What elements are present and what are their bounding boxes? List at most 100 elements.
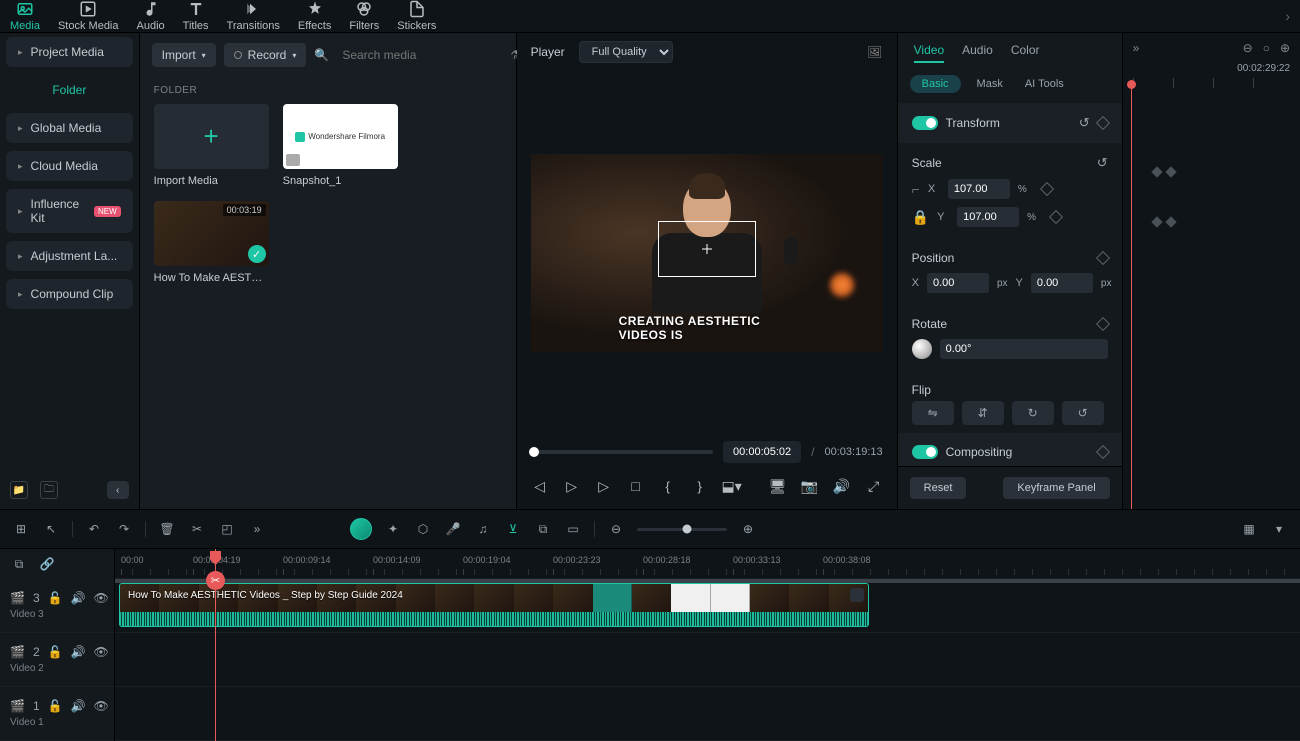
mute-icon[interactable]: 🔊 [71,699,86,713]
quality-select[interactable]: Full Quality [579,41,673,63]
lock-icon[interactable]: 🔓 [48,591,63,605]
transform-toggle[interactable] [912,116,938,130]
zoom-in-icon[interactable]: ⊕ [1280,41,1290,55]
search-input[interactable] [337,43,502,67]
timeline-track-v3[interactable]: How To Make AESTHETIC Videos _ Step by S… [115,579,1300,633]
undo-icon[interactable]: ↶ [85,520,103,538]
scale-y-input[interactable] [957,207,1019,227]
sidebar-global-media[interactable]: ▸Global Media [6,113,133,143]
camera-icon[interactable]: 📷 [801,477,819,495]
timeline-tracks-area[interactable]: 00:00 00:00:04:19 00:00:09:14 00:00:14:0… [115,549,1300,741]
subtab-mask[interactable]: Mask [971,75,1009,93]
mute-icon[interactable]: 🔊 [71,645,86,659]
eye-icon[interactable]: 👁 [94,591,109,605]
keyframe-marker[interactable] [1151,166,1162,177]
delete-icon[interactable]: 🗑 [158,520,176,538]
tl-magnet-icon[interactable]: ⊻ [504,520,522,538]
scrub-track[interactable] [531,450,713,454]
prop-tab-color[interactable]: Color [1011,43,1040,63]
sidebar-cloud-media[interactable]: ▸Cloud Media [6,151,133,181]
subtab-ai-tools[interactable]: AI Tools [1019,75,1070,93]
tl-music-icon[interactable]: ♫ [474,520,492,538]
sidebar-adjustment-layer[interactable]: ▸Adjustment La... [6,241,133,271]
scale-x-input[interactable] [948,179,1010,199]
clip-pin-icon[interactable] [850,588,864,602]
track-head-video3[interactable]: 🎬3🔓🔊👁 Video 3 [0,579,114,633]
zoom-knob[interactable] [682,525,691,534]
collapse-sidebar-button[interactable]: ‹ [107,481,129,499]
ai-avatar-icon[interactable] [350,518,372,540]
kf-ruler[interactable] [1133,78,1290,88]
display-icon[interactable]: 🖥 [769,477,787,495]
zoom-out-icon[interactable]: ⊖ [607,520,625,538]
sidebar-influence-kit[interactable]: ▸Influence KitNEW [6,189,133,233]
rotate-input[interactable] [940,339,1108,359]
zoom-fit-icon[interactable]: ○ [1263,41,1270,55]
scale-y-keyframe[interactable] [1049,210,1063,224]
more-tools-icon[interactable]: » [248,520,266,538]
stop-button[interactable]: □ [627,477,645,495]
track-head-video1[interactable]: 🎬1🔓🔊👁 Video 1 [0,687,114,741]
next-frame-button[interactable]: ▷ [563,477,581,495]
video-preview[interactable]: CREATING AESTHETIC VIDEOS IS [531,154,883,352]
flip-vertical-button[interactable]: ⇵ [962,401,1004,425]
folder-icon[interactable]: 🗀 [40,481,58,499]
rotate-keyframe[interactable] [1096,317,1110,331]
timeline-clip[interactable]: How To Make AESTHETIC Videos _ Step by S… [119,583,869,627]
zoom-slider[interactable] [637,528,727,531]
track-head-video2[interactable]: 🎬2🔓🔊👁 Video 2 [0,633,114,687]
play-button[interactable]: ▷ [595,477,613,495]
tl-cursor-icon[interactable]: ↖ [42,520,60,538]
video-clip-tile[interactable]: 00:03:19 ✓ How To Make AESTHE... [154,201,269,284]
timeline-ruler[interactable]: 00:00 00:00:04:19 00:00:09:14 00:00:14:0… [115,549,1300,579]
flip-horizontal-button[interactable]: ⇋ [912,401,954,425]
kf-playhead[interactable] [1131,88,1132,509]
kf-collapse-icon[interactable]: » [1133,41,1140,55]
tl-layout-icon[interactable]: ▦ [1240,520,1258,538]
snapshot-tile[interactable]: Wondershare Filmora Snapshot_1 [283,104,398,187]
pos-y-input[interactable] [1031,273,1093,293]
position-keyframe[interactable] [1096,251,1110,265]
lock-icon[interactable]: 🔓 [48,645,63,659]
tl-layout-chevron[interactable]: ▾ [1270,520,1288,538]
rotate-cw-button[interactable]: ↻ [1012,401,1054,425]
tl-mic-icon[interactable]: 🎤 [444,520,462,538]
subtab-basic[interactable]: Basic [910,75,961,93]
prop-tab-audio[interactable]: Audio [962,43,993,63]
playhead-scissors-icon[interactable]: ✂ [206,571,225,590]
reset-button[interactable]: Reset [910,477,967,499]
mark-in-button[interactable]: { [659,477,677,495]
tabs-overflow-chevron[interactable]: › [1285,8,1290,24]
timeline-track-v1[interactable] [115,687,1300,741]
prev-frame-button[interactable]: ◁ [531,477,549,495]
reset-transform-icon[interactable]: ↺ [1079,115,1090,131]
tab-filters[interactable]: Filters [349,0,379,32]
crop-icon[interactable]: ◰ [218,520,236,538]
zoom-out-icon[interactable]: ⊖ [1243,41,1253,55]
timeline-playhead[interactable]: ✂ [215,549,216,741]
tab-effects[interactable]: Effects [298,0,331,32]
compositing-keyframe[interactable] [1096,445,1110,459]
tab-titles[interactable]: Titles [183,0,209,32]
sidebar-folder[interactable]: Folder [6,75,133,105]
redo-icon[interactable]: ↷ [115,520,133,538]
eye-icon[interactable]: 👁 [94,645,109,659]
snapshot-icon[interactable]: 🖼 [867,44,883,60]
scale-x-keyframe[interactable] [1040,182,1054,196]
new-folder-icon[interactable]: 📁 [10,481,28,499]
tab-audio[interactable]: Audio [137,0,165,32]
rotate-ccw-button[interactable]: ↺ [1062,401,1104,425]
rotate-knob[interactable] [912,339,932,359]
tab-media[interactable]: Media [10,0,40,32]
tl-copy-icon[interactable]: ⧉ [10,555,28,573]
keyframe-marker[interactable] [1165,216,1176,227]
tl-sparkle-icon[interactable]: ✦ [384,520,402,538]
tl-box-icon[interactable]: ▭ [564,520,582,538]
tab-stickers[interactable]: Stickers [397,0,436,32]
lock-link-icon[interactable]: 🔒 [912,209,929,226]
lock-icon[interactable]: 🔓 [48,699,63,713]
compositing-toggle[interactable] [912,445,938,459]
tab-transitions[interactable]: Transitions [227,0,280,32]
zoom-in-icon[interactable]: ⊕ [739,520,757,538]
marker-dropdown[interactable]: ⬓▾ [723,477,741,495]
